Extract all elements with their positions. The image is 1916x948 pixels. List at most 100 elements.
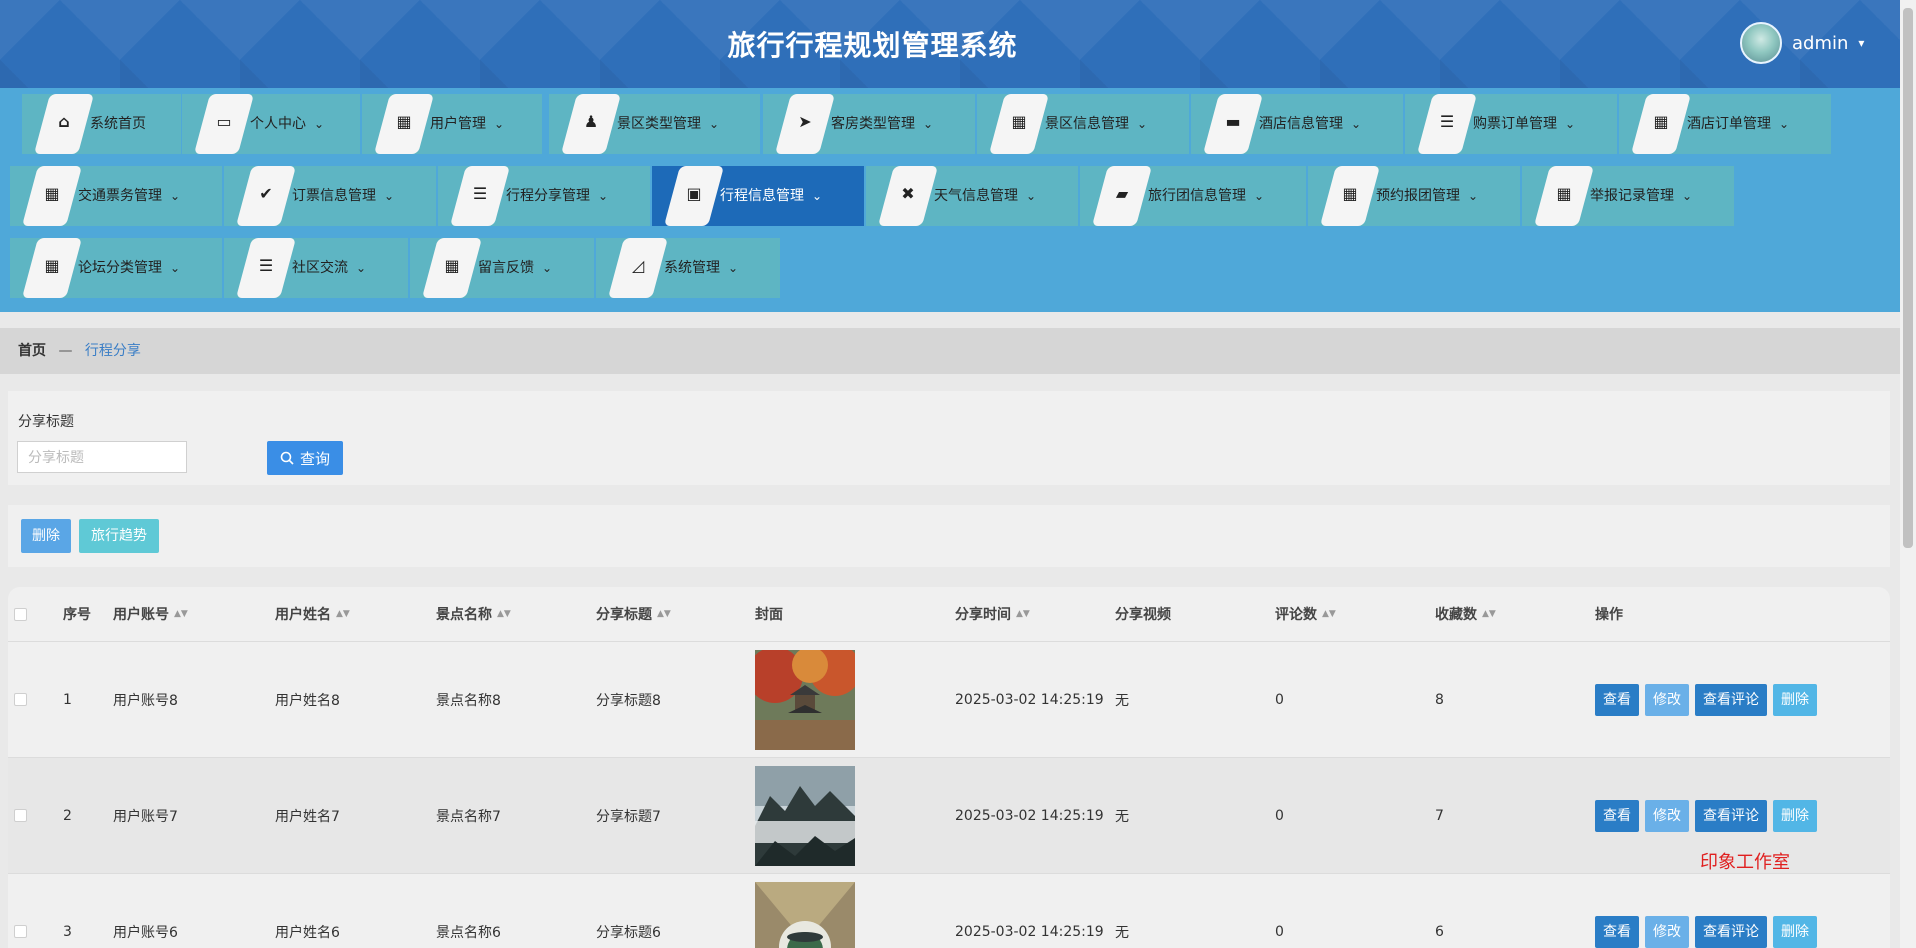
view-comments-button[interactable]: 查看评论 xyxy=(1695,915,1767,948)
nav-item-label: 留言反馈 ⌄ xyxy=(478,260,553,276)
header-spot[interactable]: 景点名称 ▲▼ xyxy=(436,587,511,641)
chevron-down-icon[interactable]: ▾ xyxy=(1858,36,1864,50)
select-all-checkbox[interactable] xyxy=(14,607,27,621)
sort-icon: ▲▼ xyxy=(336,609,350,619)
nav-item[interactable]: ▬ 酒店信息管理 ⌄ xyxy=(1191,94,1403,154)
header-time[interactable]: 分享时间 ▲▼ xyxy=(955,587,1030,641)
view-comments-button[interactable]: 查看评论 xyxy=(1695,683,1767,716)
cell-index: 2 xyxy=(63,807,72,824)
chevron-down-icon: ⌄ xyxy=(1026,189,1037,203)
nav-item-label: 订票信息管理 ⌄ xyxy=(292,188,395,204)
nav-item[interactable]: ▦ 用户管理 ⌄ xyxy=(362,94,542,154)
view-button[interactable]: 查看 xyxy=(1595,915,1639,948)
cell-cover[interactable] xyxy=(755,642,855,757)
header-account[interactable]: 用户账号 ▲▼ xyxy=(113,587,188,641)
breadcrumb-separator: — xyxy=(58,343,73,359)
avatar[interactable] xyxy=(1740,22,1782,64)
header-comments[interactable]: 评论数 ▲▼ xyxy=(1275,587,1336,641)
list-icon: ☰ xyxy=(452,166,508,226)
nav-item[interactable]: ▦ 举报记录管理 ⌄ xyxy=(1522,166,1734,226)
travel-trend-button[interactable]: 旅行趋势 xyxy=(79,519,159,553)
cell-spot: 景点名称6 xyxy=(436,924,501,941)
chevron-down-icon: ⌄ xyxy=(923,117,934,131)
view-button[interactable]: 查看 xyxy=(1595,683,1639,716)
nav-item-label: 举报记录管理 ⌄ xyxy=(1590,188,1693,204)
nav-item[interactable]: ▭ 个人中心 ⌄ xyxy=(182,94,360,154)
cell-favorites: 7 xyxy=(1435,807,1444,824)
data-table: 序号 用户账号 ▲▼ 用户姓名 ▲▼ 景点名称 ▲▼ 分享标题 ▲▼ 封面 分享时间 ▲▼… xyxy=(8,587,1890,948)
chat-icon: ▬ xyxy=(1225,112,1241,131)
chevron-down-icon: ⌄ xyxy=(170,261,181,275)
cell-cover[interactable] xyxy=(755,874,855,948)
cell-name: 用户姓名7 xyxy=(275,808,340,825)
nav-item[interactable]: ☰ 社区交流 ⌄ xyxy=(224,238,408,298)
nav-item[interactable]: ✖ 天气信息管理 ⌄ xyxy=(866,166,1078,226)
cell-spot: 景点名称8 xyxy=(436,692,501,709)
query-button[interactable]: 查询 xyxy=(267,441,343,475)
nav-item-label: 论坛分类管理 ⌄ xyxy=(78,260,181,276)
cover-image[interactable] xyxy=(755,765,855,866)
list-icon: ☰ xyxy=(258,256,274,275)
cover-image[interactable] xyxy=(755,881,855,948)
app-title: 旅行行程规划管理系统 xyxy=(727,29,1018,62)
view-button[interactable]: 查看 xyxy=(1595,799,1639,832)
nav-item[interactable]: ▦ 景区信息管理 ⌄ xyxy=(977,94,1189,154)
nav-item-label: 行程分享管理 ⌄ xyxy=(506,188,609,204)
nav-item[interactable]: ☰ 行程分享管理 ⌄ xyxy=(438,166,650,226)
cell-name: 用户姓名6 xyxy=(275,924,340,941)
cell-spot: 景点名称7 xyxy=(436,808,501,825)
table-row[interactable]: 3 用户账号6 用户姓名6 景点名称6 分享标题6 2025-03-02 14:25:19… xyxy=(8,873,1890,948)
sliders-icon: ☰ xyxy=(1439,112,1455,131)
view-comments-button[interactable]: 查看评论 xyxy=(1695,799,1767,832)
wallet-icon: ▭ xyxy=(216,112,232,131)
user-menu[interactable]: admin ▾ xyxy=(1740,20,1864,66)
cell-cover[interactable] xyxy=(755,758,855,873)
page-scrollbar[interactable] xyxy=(1900,0,1916,948)
nav-item[interactable]: ▦ 预约报团管理 ⌄ xyxy=(1308,166,1520,226)
nav-item[interactable]: ◿ 系统管理 ⌄ xyxy=(596,238,780,298)
header-name[interactable]: 用户姓名 ▲▼ xyxy=(275,587,350,641)
sort-icon: ▲▼ xyxy=(174,609,188,619)
search-label: 分享标题 xyxy=(18,414,74,430)
scrollbar-thumb[interactable] xyxy=(1903,8,1913,548)
nav-item[interactable]: ▦ 留言反馈 ⌄ xyxy=(410,238,594,298)
chart-icon: ◿ xyxy=(610,238,666,298)
share-title-search-input[interactable] xyxy=(17,441,187,473)
delete-button[interactable]: 删除 xyxy=(1773,915,1817,948)
cell-account: 用户账号7 xyxy=(113,808,178,825)
nav-item-label: 预约报团管理 ⌄ xyxy=(1376,188,1479,204)
nav-item[interactable]: ▦ 酒店订单管理 ⌄ xyxy=(1619,94,1831,154)
header-favorites[interactable]: 收藏数 ▲▼ xyxy=(1435,587,1496,641)
delete-button[interactable]: 删除 xyxy=(1773,799,1817,832)
main-nav: ⌂ 系统首页 ▭ 个人中心 ⌄ ▦ 用户管理 ⌄ ♟ 景区类型管理 ⌄ ➤ 客房类型管理 ⌄ ▦ 景区信息管理… xyxy=(0,88,1900,312)
ticket-icon: ✖ xyxy=(880,166,936,226)
row-checkbox[interactable] xyxy=(14,809,27,822)
username[interactable]: admin xyxy=(1792,33,1848,54)
edit-button[interactable]: 修改 xyxy=(1645,683,1689,716)
nav-item[interactable]: ✔ 订票信息管理 ⌄ xyxy=(224,166,436,226)
nav-item[interactable]: ♟ 景区类型管理 ⌄ xyxy=(549,94,760,154)
edit-button[interactable]: 修改 xyxy=(1645,799,1689,832)
nav-item[interactable]: ▰ 旅行团信息管理 ⌄ xyxy=(1080,166,1306,226)
table-row[interactable]: 2 用户账号7 用户姓名7 景点名称7 分享标题7 2025-03-02 14:25:19… xyxy=(8,757,1890,873)
batch-delete-button[interactable]: 删除 xyxy=(21,519,71,553)
store-icon: ▣ xyxy=(666,166,722,226)
nav-item[interactable]: ▦ 交通票务管理 ⌄ xyxy=(10,166,222,226)
breadcrumb-home[interactable]: 首页 xyxy=(18,343,46,359)
chevron-down-icon: ⌄ xyxy=(314,117,325,131)
nav-item[interactable]: ⌂ 系统首页 xyxy=(22,94,181,154)
table-row[interactable]: 1 用户账号8 用户姓名8 景点名称8 分享标题8 2025-03-02 14:25:19… xyxy=(8,641,1890,757)
header-title[interactable]: 分享标题 ▲▼ xyxy=(596,587,671,641)
cover-image[interactable] xyxy=(755,649,855,750)
cell-comments: 0 xyxy=(1275,923,1284,940)
nav-item-label: 旅行团信息管理 ⌄ xyxy=(1148,188,1265,204)
delete-button[interactable]: 删除 xyxy=(1773,683,1817,716)
nav-item[interactable]: ➤ 客房类型管理 ⌄ xyxy=(763,94,975,154)
edit-button[interactable]: 修改 xyxy=(1645,915,1689,948)
nav-item[interactable]: ☰ 购票订单管理 ⌄ xyxy=(1405,94,1617,154)
home-icon: ⌂ xyxy=(58,112,70,131)
nav-item[interactable]: ▣ 行程信息管理 ⌄ xyxy=(652,166,864,226)
row-checkbox[interactable] xyxy=(14,693,27,706)
row-checkbox[interactable] xyxy=(14,925,27,938)
nav-item[interactable]: ▦ 论坛分类管理 ⌄ xyxy=(10,238,222,298)
